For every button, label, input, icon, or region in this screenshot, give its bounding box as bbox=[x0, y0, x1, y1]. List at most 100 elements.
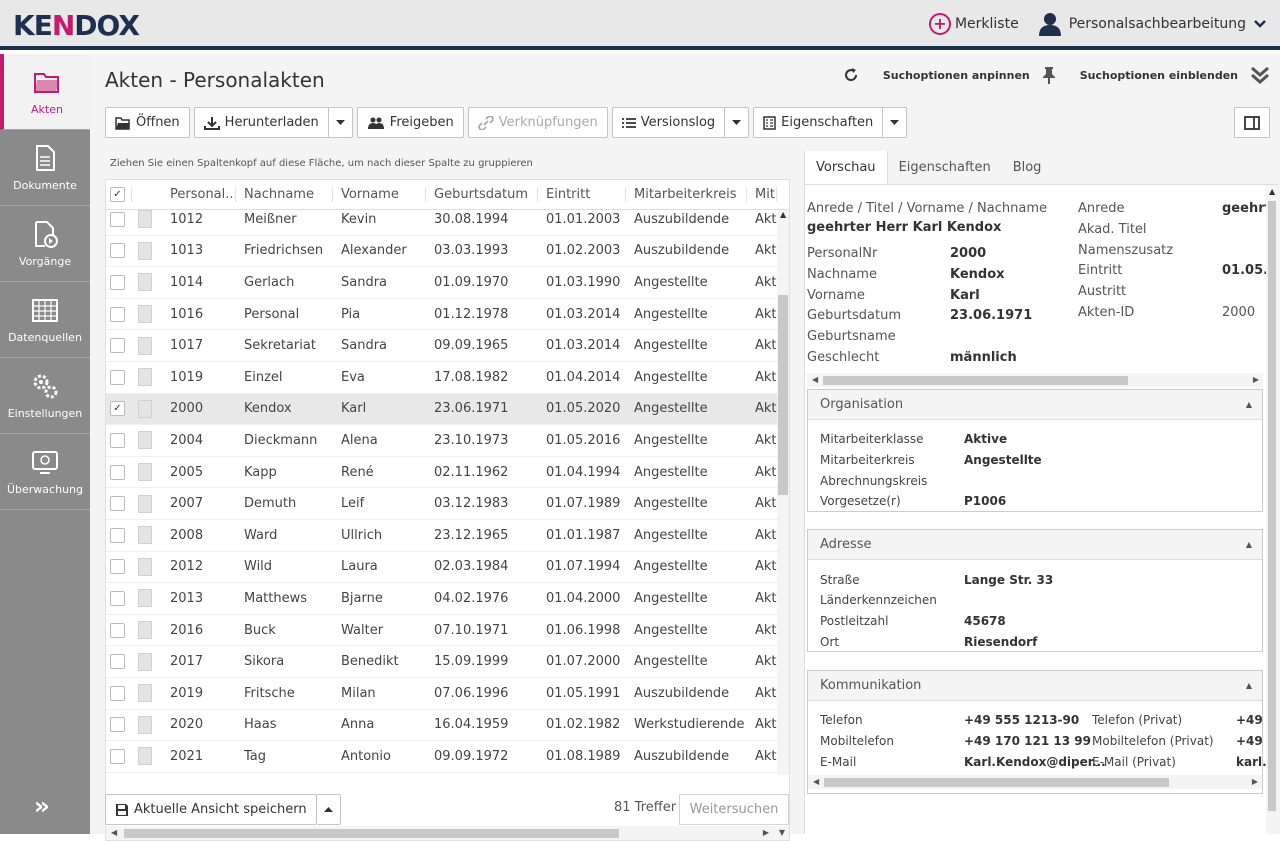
scroll-right-arrow-icon[interactable]: ▶ bbox=[1253, 375, 1259, 384]
user-menu[interactable]: Personalsachbearbeitung bbox=[1038, 12, 1266, 36]
row-checkbox[interactable] bbox=[106, 432, 132, 448]
column-header[interactable]: Vorname bbox=[333, 187, 426, 202]
table-row[interactable]: 2005 Kapp René 02.11.1962 01.04.1994 Angestel… bbox=[106, 457, 789, 489]
toggle-preview-panel-button[interactable] bbox=[1234, 107, 1270, 138]
row-checkbox[interactable] bbox=[106, 338, 132, 354]
column-header[interactable]: Mitarbeiterkreis bbox=[626, 187, 747, 202]
tab-blog[interactable]: Blog bbox=[1002, 151, 1053, 184]
nav-ueberwachung[interactable]: Überwachung bbox=[0, 434, 90, 510]
properties-button[interactable]: Eigenschaften bbox=[753, 107, 884, 138]
row-checkbox[interactable] bbox=[106, 590, 132, 606]
download-button[interactable]: Herunterladen bbox=[193, 107, 329, 138]
pin-icon[interactable] bbox=[1042, 66, 1056, 84]
table-row[interactable]: 2016 Buck Walter 07.10.1971 01.06.1998 Angest… bbox=[106, 615, 789, 647]
preview-vertical-scrollbar[interactable]: ▲ bbox=[1266, 185, 1278, 834]
properties-dropdown[interactable] bbox=[883, 107, 908, 138]
refresh-icon[interactable] bbox=[843, 67, 859, 83]
table-row[interactable]: 2020 Haas Anna 16.04.1959 01.02.1982 Werkstud… bbox=[106, 710, 789, 742]
continue-search-button[interactable]: Weitersuchen bbox=[679, 794, 789, 825]
row-checkbox[interactable] bbox=[106, 622, 132, 638]
row-checkbox[interactable] bbox=[106, 464, 132, 480]
row-checkbox[interactable] bbox=[106, 717, 132, 733]
row-checkbox[interactable] bbox=[106, 211, 132, 227]
save-view-dropdown[interactable] bbox=[316, 794, 341, 825]
table-row[interactable]: 2013 Matthews Bjarne 04.02.1976 01.04.2000 An… bbox=[106, 583, 789, 615]
table-row[interactable]: 2012 Wild Laura 02.03.1984 01.07.1994 Angeste… bbox=[106, 552, 789, 584]
nav-vorgaenge[interactable]: Vorgänge bbox=[0, 206, 90, 282]
scroll-thumb[interactable] bbox=[823, 376, 1128, 385]
show-search-options[interactable]: Suchoptionen einblenden bbox=[1080, 69, 1238, 82]
table-row[interactable]: 2007 Demuth Leif 03.12.1983 01.07.1989 Angest… bbox=[106, 488, 789, 520]
row-checkbox[interactable] bbox=[106, 306, 132, 322]
links-button[interactable]: Verknüpfungen bbox=[467, 107, 608, 138]
row-checkbox[interactable] bbox=[106, 496, 132, 512]
collapse-icon[interactable]: ▲ bbox=[1246, 681, 1252, 690]
scroll-left-arrow-icon[interactable]: ◀ bbox=[111, 828, 117, 837]
column-header[interactable]: Nachname bbox=[236, 187, 333, 202]
kendox-logo[interactable]: KENDOX bbox=[13, 9, 140, 42]
share-button[interactable]: Freigeben bbox=[356, 107, 464, 138]
save-view-button[interactable]: Aktuelle Ansicht speichern bbox=[105, 794, 317, 825]
download-dropdown[interactable] bbox=[328, 107, 353, 138]
merkliste-button[interactable]: + Merkliste bbox=[928, 13, 1019, 35]
grid-vertical-scrollbar[interactable]: ▲ bbox=[777, 210, 789, 775]
tab-vorschau[interactable]: Vorschau bbox=[805, 151, 888, 184]
row-checkbox[interactable] bbox=[106, 243, 132, 259]
row-checkbox[interactable]: ✓ bbox=[106, 401, 132, 417]
table-row[interactable]: 2021 Tag Antonio 09.09.1972 01.08.1989 Auszub… bbox=[106, 741, 789, 773]
versionlog-button[interactable]: Versionslog bbox=[611, 107, 726, 138]
table-row[interactable]: ✓ 2000 Kendox Karl 23.06.1971 01.05.2020 Anges… bbox=[106, 393, 789, 426]
grid-horizontal-scrollbar[interactable]: ◀ ▶ ▼ bbox=[106, 826, 789, 840]
scroll-up-arrow-icon[interactable]: ▲ bbox=[1269, 187, 1275, 196]
row-checkbox[interactable] bbox=[106, 685, 132, 701]
kommunikation-horizontal-scrollbar[interactable]: ◀ ▶ bbox=[808, 775, 1262, 789]
versionlog-dropdown[interactable] bbox=[725, 107, 750, 138]
row-checkbox[interactable] bbox=[106, 274, 132, 290]
scroll-thumb[interactable] bbox=[778, 295, 788, 495]
collapse-icon[interactable]: ▲ bbox=[1246, 540, 1252, 549]
table-row[interactable]: 1016 Personal Pia 01.12.1978 01.03.2014 Anges… bbox=[106, 299, 789, 331]
scroll-right-arrow-icon[interactable]: ▶ bbox=[763, 828, 769, 837]
info-label: PersonalNr bbox=[807, 246, 878, 261]
column-header[interactable]: Personal... bbox=[162, 187, 236, 202]
table-row[interactable]: 1014 Gerlach Sandra 01.09.1970 01.03.1990 Ang… bbox=[106, 267, 789, 299]
collapse-icon[interactable]: ▲ bbox=[1246, 400, 1252, 409]
table-row[interactable]: 1013 Friedrichsen Alexander 03.03.1993 01.02… bbox=[106, 236, 789, 268]
double-chevron-down-icon[interactable] bbox=[1250, 66, 1270, 84]
nav-einstellungen[interactable]: Einstellungen bbox=[0, 358, 90, 434]
table-row[interactable]: 2008 Ward Ullrich 23.12.1965 01.01.1987 Anges… bbox=[106, 520, 789, 552]
scroll-thumb[interactable] bbox=[1268, 201, 1276, 811]
nav-datenquellen[interactable]: Datenquellen bbox=[0, 282, 90, 358]
organisation-header[interactable]: Organisation ▲ bbox=[808, 390, 1262, 420]
table-row[interactable]: 1012 Meißner Kevin 30.08.1994 01.01.2003 Ausz… bbox=[106, 204, 789, 236]
open-button[interactable]: Öffnen bbox=[105, 107, 190, 138]
column-header[interactable]: Mit bbox=[747, 187, 777, 202]
table-row[interactable]: 1019 Einzel Eva 17.08.1982 01.04.2014 Angeste… bbox=[106, 362, 789, 394]
row-checkbox[interactable] bbox=[106, 559, 132, 575]
row-checkbox[interactable] bbox=[106, 527, 132, 543]
scroll-thumb[interactable] bbox=[824, 778, 1169, 787]
select-all-checkbox[interactable]: ✓ bbox=[106, 187, 132, 202]
table-row[interactable]: 1017 Sekretariat Sandra 09.09.1965 01.03.201… bbox=[106, 330, 789, 362]
nav-dokumente[interactable]: Dokumente bbox=[0, 130, 90, 206]
column-header[interactable]: Geburtsdatum bbox=[426, 187, 538, 202]
pin-search-options[interactable]: Suchoptionen anpinnen bbox=[883, 69, 1030, 82]
row-checkbox[interactable] bbox=[106, 748, 132, 764]
nav-akten[interactable]: Akten bbox=[0, 54, 90, 130]
row-checkbox[interactable] bbox=[106, 369, 132, 385]
row-checkbox[interactable] bbox=[106, 654, 132, 670]
info-horizontal-scrollbar[interactable]: ◀ ▶ bbox=[807, 373, 1263, 387]
adresse-header[interactable]: Adresse ▲ bbox=[808, 530, 1262, 560]
scroll-right-arrow-icon[interactable]: ▶ bbox=[1252, 777, 1258, 786]
scroll-up-arrow-icon[interactable]: ▲ bbox=[780, 210, 786, 219]
table-row[interactable]: 2019 Fritsche Milan 07.06.1996 01.05.1991 Aus… bbox=[106, 678, 789, 710]
kommunikation-header[interactable]: Kommunikation ▲ bbox=[808, 671, 1262, 701]
table-row[interactable]: 2004 Dieckmann Alena 23.10.1973 01.05.2016 An… bbox=[106, 425, 789, 457]
scroll-down-arrow-icon[interactable]: ▼ bbox=[779, 828, 785, 837]
scroll-left-arrow-icon[interactable]: ◀ bbox=[812, 375, 818, 384]
scroll-left-arrow-icon[interactable]: ◀ bbox=[813, 777, 819, 786]
expand-sidebar-icon[interactable]: ›› bbox=[34, 792, 50, 820]
column-header[interactable]: Eintritt bbox=[538, 187, 626, 202]
tab-eigenschaften[interactable]: Eigenschaften bbox=[888, 151, 1002, 184]
table-row[interactable]: 2017 Sikora Benedikt 15.09.1999 01.07.2000 An… bbox=[106, 646, 789, 678]
